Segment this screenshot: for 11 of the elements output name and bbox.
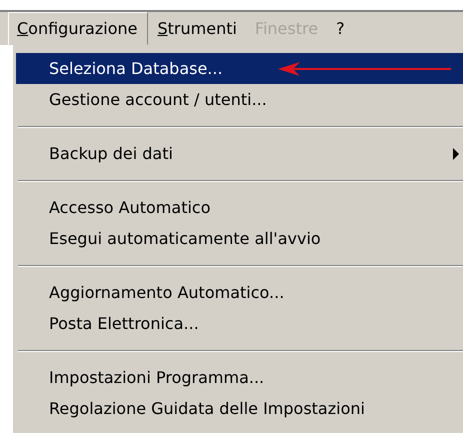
menu-entry[interactable]: Aggiornamento Automatico... xyxy=(16,277,463,308)
menu-entry[interactable]: Impostazioni Programma... xyxy=(16,362,463,393)
menu-entry[interactable]: Seleziona Database... xyxy=(16,53,463,84)
menu-entry[interactable]: Backup dei dati xyxy=(16,138,463,169)
menu-entry[interactable]: Posta Elettronica... xyxy=(16,308,463,339)
menu-entry[interactable]: Gestione account / utenti... xyxy=(16,84,463,115)
menu-item[interactable]: Strumenti xyxy=(148,12,246,45)
menu-entry[interactable]: Esegui automaticamente all'avvio xyxy=(16,223,463,254)
menu-item[interactable]: ? xyxy=(327,12,354,45)
menu-entry[interactable]: Regolazione Guidata delle Impostazioni xyxy=(16,393,463,424)
menu-entry[interactable]: Accesso Automatico xyxy=(16,192,463,223)
